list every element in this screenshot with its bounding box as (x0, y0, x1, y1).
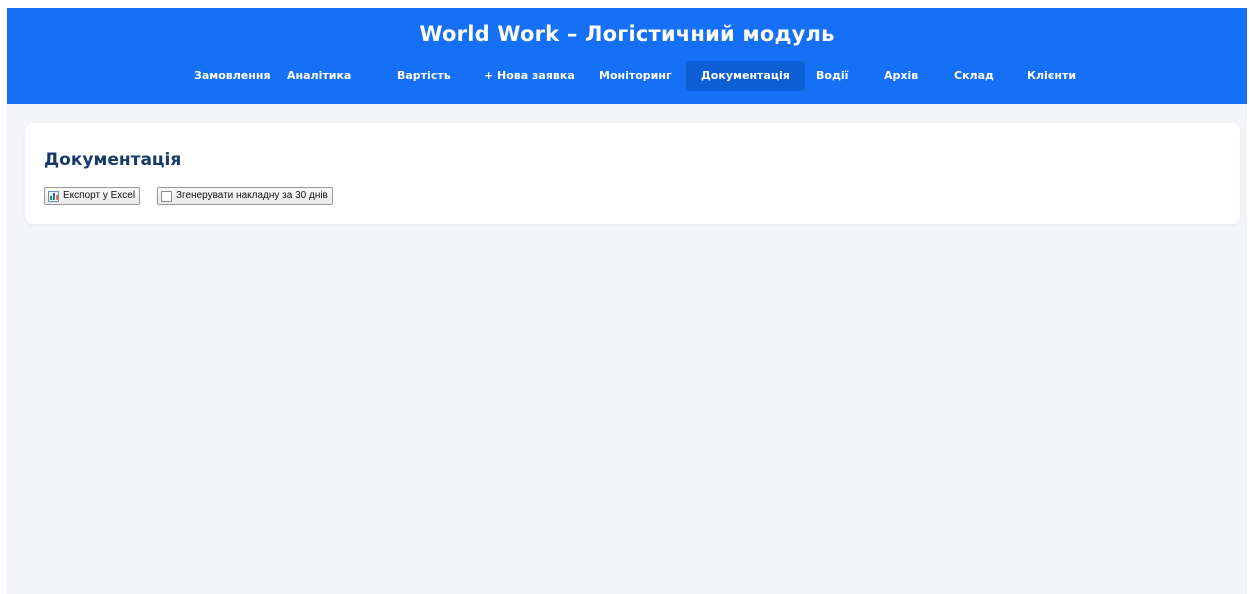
app-title: World Work – Логістичний модуль (419, 22, 835, 46)
nav-item-new-request[interactable]: + Нова заявка (484, 61, 575, 91)
export-excel-label: Експорт у Excel (63, 190, 136, 201)
nav-item-clients[interactable]: Клієнти (1027, 61, 1076, 91)
nav-item-warehouse[interactable]: Склад (954, 61, 994, 91)
bar-chart-icon (48, 190, 59, 202)
generate-invoice-button[interactable]: Згенерувати накладну за 30 днів (157, 187, 333, 205)
nav-item-orders[interactable]: Замовлення (194, 61, 271, 91)
nav-item-analytics[interactable]: Аналітика (287, 61, 351, 91)
nav-item-monitoring[interactable]: Моніторинг (599, 61, 672, 91)
documentation-card: Документація (25, 123, 1240, 224)
nav-item-documentation[interactable]: Документація (686, 61, 805, 91)
generate-invoice-label: Згенерувати накладну за 30 днів (176, 190, 328, 201)
app-header: World Work – Логістичний модуль Замовлен… (7, 8, 1247, 104)
main-nav: Замовлення Аналітика Вартість + Нова зая… (7, 61, 1247, 91)
app-frame: World Work – Логістичний модуль Замовлен… (7, 8, 1247, 594)
nav-item-cost[interactable]: Вартість (397, 61, 451, 91)
nav-item-archive[interactable]: Архів (884, 61, 918, 91)
export-excel-button[interactable]: Експорт у Excel (44, 187, 141, 205)
document-icon (161, 190, 172, 202)
page-title: Документація (44, 150, 182, 170)
nav-item-drivers[interactable]: Водії (816, 61, 848, 91)
